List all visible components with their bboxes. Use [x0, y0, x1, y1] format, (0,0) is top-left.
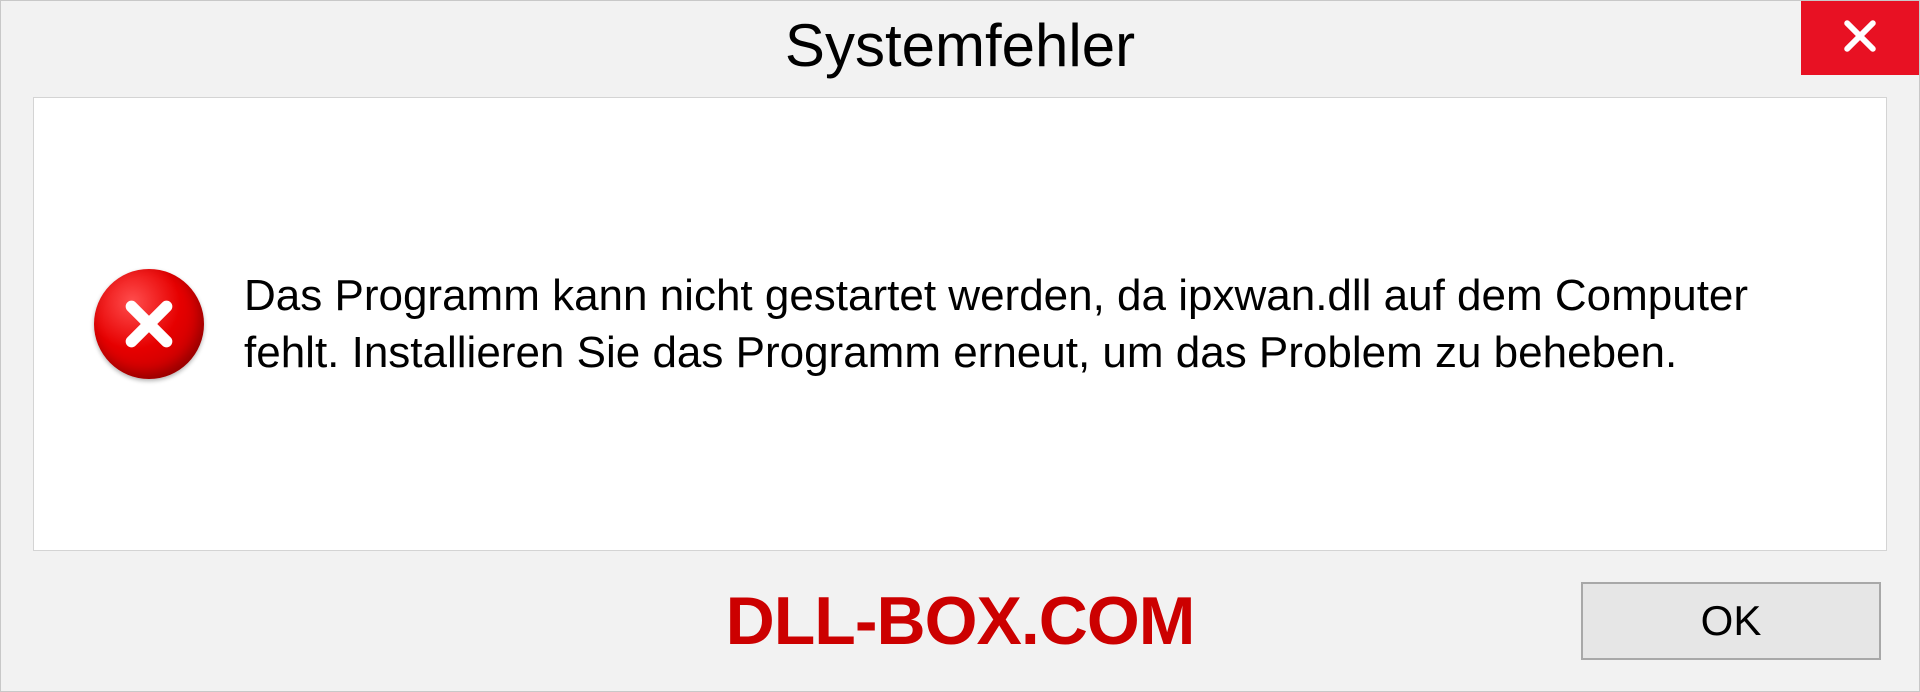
ok-button[interactable]: OK: [1581, 582, 1881, 660]
error-message: Das Programm kann nicht gestartet werden…: [244, 267, 1826, 381]
button-bar: DLL-BOX.COM OK: [1, 551, 1919, 691]
dialog-title: Systemfehler: [785, 11, 1135, 80]
error-circle-x-icon: [94, 269, 204, 379]
close-button[interactable]: [1801, 1, 1919, 75]
error-icon-wrap: [94, 269, 204, 379]
titlebar: Systemfehler: [1, 1, 1919, 97]
watermark-text: DLL-BOX.COM: [726, 582, 1195, 660]
close-icon: [1838, 14, 1882, 63]
message-panel: Das Programm kann nicht gestartet werden…: [33, 97, 1887, 551]
system-error-dialog: Systemfehler Das Programm kann nicht ges…: [0, 0, 1920, 692]
